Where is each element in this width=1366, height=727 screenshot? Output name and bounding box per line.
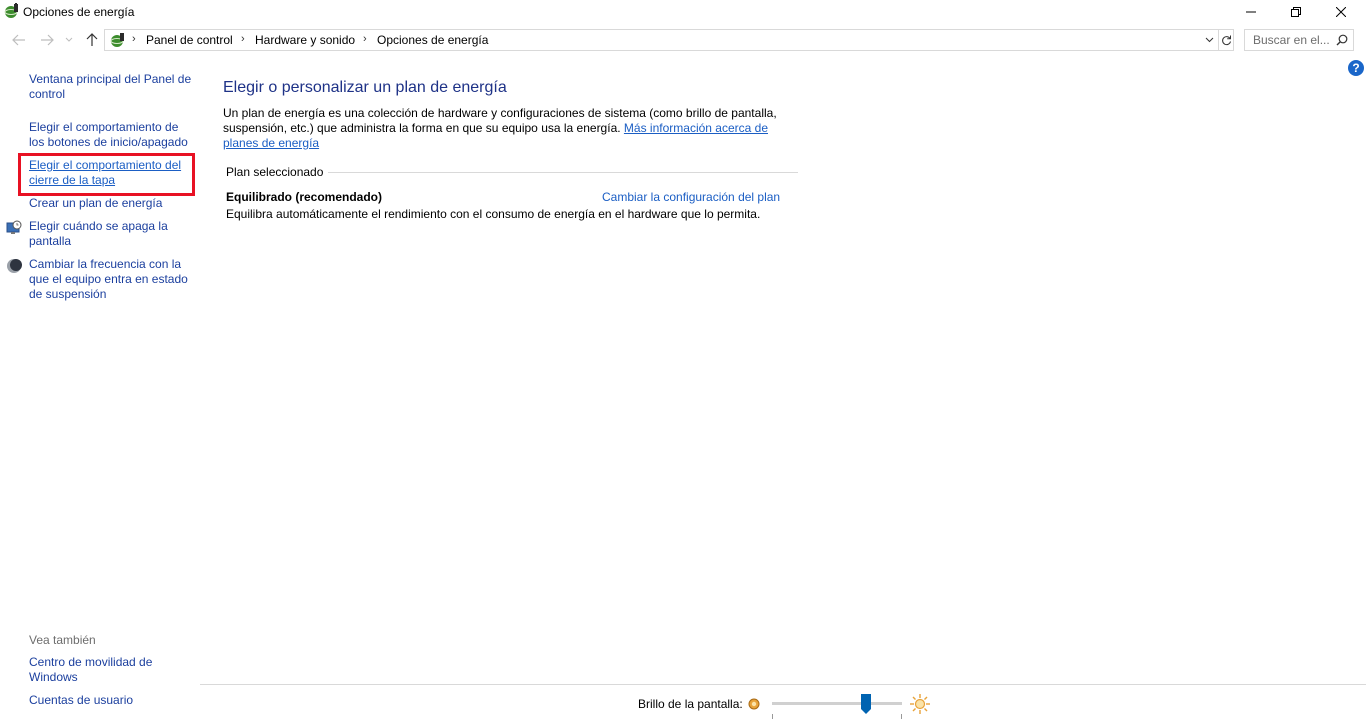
chevron-right-icon[interactable]: › bbox=[241, 33, 245, 45]
slider-ticks bbox=[772, 714, 902, 719]
minimize-icon bbox=[1246, 11, 1256, 13]
close-icon bbox=[1336, 7, 1346, 17]
sleep-settings-link[interactable]: Cambiar la frecuencia con la que el equi… bbox=[29, 257, 194, 302]
chevron-down-icon bbox=[65, 37, 73, 42]
breadcrumb-opciones-de-energia[interactable]: Opciones de energía bbox=[377, 33, 488, 47]
see-also-heading: Vea también bbox=[29, 633, 96, 647]
arrow-left-icon bbox=[12, 34, 25, 46]
chevron-down-icon bbox=[1205, 37, 1213, 43]
address-bar[interactable]: › Panel de control › Hardware y sonido ›… bbox=[104, 29, 1234, 51]
address-dropdown-button[interactable] bbox=[1201, 30, 1217, 50]
control-panel-home-link[interactable]: Ventana principal del Panel de control bbox=[29, 72, 194, 102]
power-buttons-link[interactable]: Elegir el comportamiento de los botones … bbox=[29, 120, 194, 150]
mobility-center-link[interactable]: Centro de movilidad de Windows bbox=[29, 655, 194, 685]
search-input[interactable] bbox=[1245, 30, 1331, 50]
footer-divider bbox=[200, 684, 1366, 685]
arrow-up-icon bbox=[86, 33, 98, 46]
back-button[interactable] bbox=[10, 31, 28, 49]
help-icon: ? bbox=[1352, 61, 1360, 75]
restore-button[interactable] bbox=[1273, 0, 1319, 24]
search-button[interactable] bbox=[1334, 32, 1350, 48]
search-icon bbox=[1336, 34, 1348, 46]
page-title: Elegir o personalizar un plan de energía bbox=[223, 79, 507, 96]
plan-name: Equilibrado (recomendado) bbox=[226, 190, 383, 204]
recent-locations-button[interactable] bbox=[63, 31, 75, 49]
title-bar: Opciones de energía bbox=[0, 0, 1366, 24]
breadcrumb-panel-de-control[interactable]: Panel de control bbox=[146, 33, 233, 47]
brightness-label: Brillo de la pantalla: bbox=[638, 697, 743, 711]
arrow-right-icon bbox=[41, 34, 54, 46]
brightness-slider-thumb[interactable] bbox=[860, 694, 871, 714]
brightness-slider-track[interactable] bbox=[772, 702, 902, 705]
create-power-plan-link[interactable]: Crear un plan de energía bbox=[29, 196, 194, 211]
chevron-right-icon[interactable]: › bbox=[132, 33, 136, 45]
refresh-icon bbox=[1222, 35, 1231, 45]
selected-plan-heading: Plan seleccionado bbox=[226, 165, 324, 179]
moon-icon bbox=[7, 259, 22, 273]
forward-button[interactable] bbox=[38, 31, 56, 49]
plan-description: Equilibra automáticamente el rendimiento… bbox=[226, 207, 761, 221]
bright-brightness-icon bbox=[910, 694, 930, 714]
restore-icon bbox=[1291, 7, 1301, 17]
power-options-icon bbox=[4, 3, 18, 18]
help-button[interactable]: ? bbox=[1348, 60, 1364, 76]
search-box[interactable] bbox=[1244, 29, 1354, 51]
lid-close-link[interactable]: Elegir el comportamiento del cierre de l… bbox=[29, 158, 189, 188]
minimize-button[interactable] bbox=[1228, 0, 1274, 24]
change-plan-settings-link[interactable]: Cambiar la configuración del plan bbox=[602, 190, 780, 204]
section-divider bbox=[328, 172, 798, 173]
dim-brightness-icon bbox=[748, 698, 760, 710]
close-button[interactable] bbox=[1318, 0, 1364, 24]
display-off-link[interactable]: Elegir cuándo se apaga la pantalla bbox=[29, 219, 194, 249]
user-accounts-link[interactable]: Cuentas de usuario bbox=[29, 693, 194, 708]
chevron-right-icon[interactable]: › bbox=[363, 33, 367, 45]
window-title: Opciones de energía bbox=[23, 5, 135, 19]
monitor-clock-icon bbox=[6, 220, 22, 234]
refresh-button[interactable] bbox=[1218, 30, 1234, 50]
page-description: Un plan de energía es una colección de h… bbox=[223, 106, 803, 151]
breadcrumb-hardware-y-sonido[interactable]: Hardware y sonido bbox=[255, 33, 355, 47]
up-button[interactable] bbox=[83, 31, 101, 49]
power-options-icon bbox=[110, 33, 124, 47]
